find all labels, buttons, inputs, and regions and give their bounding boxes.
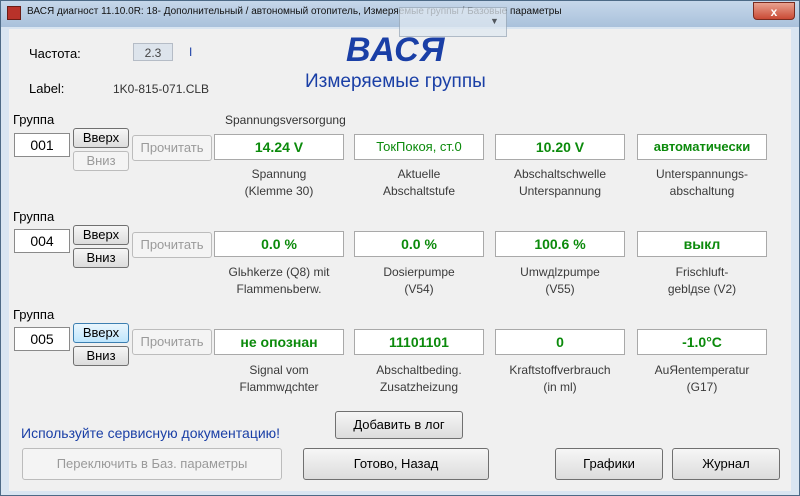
caption-line: Flammwдchter — [239, 380, 319, 394]
caption-line: AuЯentemperatur — [654, 363, 750, 377]
group-read-button-3[interactable]: Прочитать — [132, 329, 212, 355]
switch-basic-params-button[interactable]: Переключить в Баз. параметры — [22, 448, 282, 480]
caption-line: Signal vom — [249, 363, 309, 377]
app-icon — [7, 6, 21, 20]
group2-field4-value: выкл — [637, 231, 767, 257]
label-value: 1K0-815-071.CLB — [113, 82, 210, 96]
group-number-input-2[interactable]: 004 — [14, 229, 70, 253]
group2-field2-value: 0.0 % — [354, 231, 484, 257]
graphs-button[interactable]: Графики — [555, 448, 663, 480]
caption-line: Dosierpumpe — [383, 265, 455, 279]
group2-field1-value: 0.0 % — [214, 231, 344, 257]
caption-line: Abschaltschwelle — [513, 167, 607, 181]
group-up-button-2[interactable]: Вверх — [73, 225, 129, 245]
brand-title: ВАСЯ — [346, 31, 446, 69]
group3-field4-caption: AuЯentemperatur (G17) — [627, 362, 777, 396]
frequency-value: 2.3 — [133, 43, 173, 61]
caption-line: Abschaltstufe — [382, 184, 456, 198]
caption-line: Flammenьberw. — [236, 282, 322, 296]
group-read-button-2[interactable]: Прочитать — [132, 232, 212, 258]
label-caption: Label: — [29, 81, 65, 96]
main-panel: ▼ Частота: 2.3 I Label: 1K0-815-071.CLB … — [9, 7, 791, 491]
group3-field3-value: 0 — [495, 329, 625, 355]
service-doc-note: Используйте сервисную документацию! — [21, 425, 281, 441]
group3-field2-value: 11101101 — [354, 329, 484, 355]
group1-field3-value: 10.20 V — [495, 134, 625, 160]
close-button[interactable]: x — [753, 2, 795, 20]
group2-field3-caption: Umwдlzpumpe (V55) — [485, 264, 635, 298]
group3-field4-value: -1.0°C — [637, 329, 767, 355]
group3-field1-value: не опознан — [214, 329, 344, 355]
caption-line: Abschaltbeding. — [376, 363, 462, 377]
group-number-input-1[interactable]: 001 — [14, 133, 70, 157]
group2-field2-caption: Dosierpumpe (V54) — [344, 264, 494, 298]
group-up-button-1[interactable]: Вверх — [73, 128, 129, 148]
group-up-button-3[interactable]: Вверх — [73, 323, 129, 343]
app-window: ВАСЯ диагност 11.10.0R: 18- Дополнительн… — [0, 0, 800, 496]
caption-line: geblдse (V2) — [667, 282, 737, 296]
caption-line: (V55) — [545, 282, 575, 296]
page-subtitle: Измеряемые группы — [305, 71, 486, 92]
group3-field3-caption: Kraftstoffverbrauch (in ml) — [485, 362, 635, 396]
group-heading-1: Spannungsversorgung — [225, 113, 346, 127]
add-to-log-button[interactable]: Добавить в лог — [335, 411, 463, 439]
caption-line: Spannung — [251, 167, 307, 181]
group3-field1-caption: Signal vom Flammwдchter — [204, 362, 354, 396]
group1-field3-caption: Abschaltschwelle Unterspannung — [485, 166, 635, 200]
group1-field1-value: 14.24 V — [214, 134, 344, 160]
group1-field1-caption: Spannung (Klemme 30) — [204, 166, 354, 200]
caption-line: Zusatzheizung — [379, 380, 459, 394]
group-down-button-1[interactable]: Вниз — [73, 151, 129, 171]
caption-line: (V54) — [404, 282, 434, 296]
caption-line: Aktuelle — [397, 167, 441, 181]
group1-field4-caption: Unterspannungs-abschaltung — [627, 166, 777, 200]
group-number-input-3[interactable]: 005 — [14, 327, 70, 351]
group-label-3: Группа — [13, 307, 55, 322]
frequency-label: Частота: — [29, 46, 81, 61]
group3-field2-caption: Abschaltbeding. Zusatzheizung — [344, 362, 494, 396]
done-back-button[interactable]: Готово, Назад — [303, 448, 489, 480]
group1-field2-caption: Aktuelle Abschaltstufe — [344, 166, 494, 200]
group-label-2: Группа — [13, 209, 55, 224]
caption-line: Kraftstoffverbrauch — [509, 363, 611, 377]
caption-line: (G17) — [686, 380, 718, 394]
group-label-1: Группа — [13, 112, 55, 127]
caption-line: Frischluft- — [675, 265, 729, 279]
caption-line: Unterspannung — [518, 184, 602, 198]
group1-field4-value: автоматически — [637, 134, 767, 160]
caption-line: abschaltung — [669, 184, 735, 198]
group-read-button-1[interactable]: Прочитать — [132, 135, 212, 161]
group2-field1-caption: Glьhkerze (Q8) mit Flammenьberw. — [204, 264, 354, 298]
caption-line: (Klemme 30) — [244, 184, 314, 198]
caption-line: Umwдlzpumpe — [520, 265, 600, 279]
group1-field2-value: ТокПокоя, ст.0 — [354, 134, 484, 160]
chevron-down-icon: ▼ — [490, 16, 499, 26]
journal-button[interactable]: Журнал — [672, 448, 780, 480]
group-down-button-2[interactable]: Вниз — [73, 248, 129, 268]
group-down-button-3[interactable]: Вниз — [73, 346, 129, 366]
frequency-unit: I — [189, 45, 193, 59]
caption-line: Unterspannungs- — [655, 167, 749, 181]
group2-field4-caption: Frischluft-geblдse (V2) — [627, 264, 777, 298]
caption-line: (in ml) — [543, 380, 577, 394]
caption-line: Glьhkerze (Q8) mit — [228, 265, 330, 279]
group2-field3-value: 100.6 % — [495, 231, 625, 257]
